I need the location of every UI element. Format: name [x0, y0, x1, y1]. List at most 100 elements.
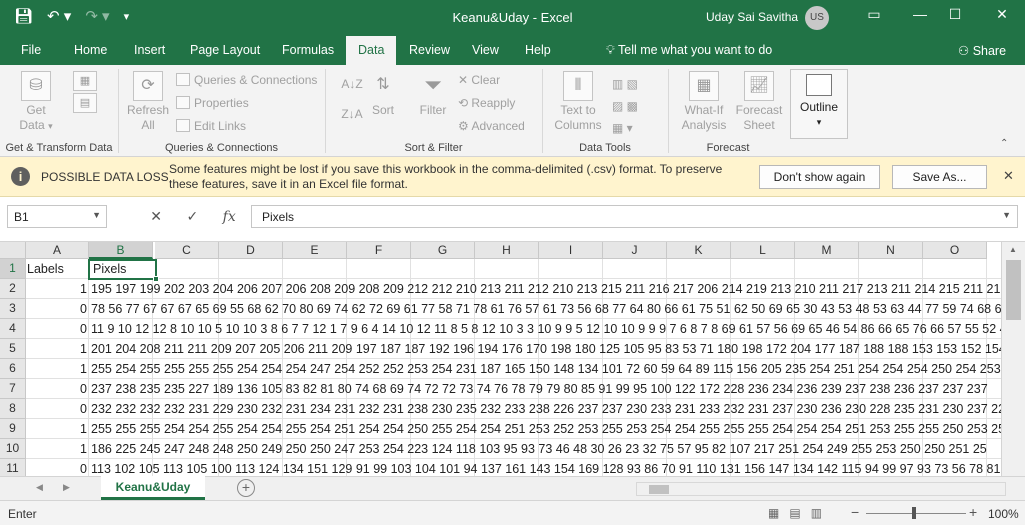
- column-header-j[interactable]: J: [603, 242, 667, 259]
- minimize-icon[interactable]: —: [905, 6, 935, 22]
- tab-formulas[interactable]: Formulas: [282, 43, 334, 57]
- name-box[interactable]: B1 ▼: [7, 205, 107, 228]
- cancel-icon[interactable]: ✕: [150, 208, 162, 225]
- horizontal-scrollbar[interactable]: [636, 482, 1006, 496]
- row-header[interactable]: 9: [0, 419, 26, 439]
- cell-pixels[interactable]: 113 102 105 113 105 100 113 124 134 151 …: [91, 462, 1001, 476]
- cell-labels[interactable]: 1: [26, 282, 89, 296]
- sort-button[interactable]: ⇅ Sort: [368, 71, 398, 118]
- cell-pixels[interactable]: 186 225 245 247 248 248 250 249 250 250 …: [91, 442, 1001, 456]
- prev-sheet-icon[interactable]: ◀: [36, 482, 43, 493]
- tab-review[interactable]: Review: [409, 43, 450, 57]
- view-buttons[interactable]: ▦▤▥: [768, 506, 832, 520]
- column-header-c[interactable]: C: [155, 242, 219, 259]
- select-all-corner[interactable]: [0, 242, 26, 259]
- vertical-scroll-thumb[interactable]: [1006, 260, 1021, 320]
- zoom-level[interactable]: 100%: [988, 507, 1019, 521]
- forecast-sheet-button[interactable]: 📈︎ Forecast Sheet: [734, 71, 784, 133]
- close-icon[interactable]: ✕: [987, 6, 1017, 23]
- zoom-in-button[interactable]: +: [969, 504, 977, 520]
- filter-button[interactable]: ⏷ Filter: [414, 71, 452, 118]
- active-cell-b1[interactable]: Pixels: [88, 259, 159, 282]
- sort-za-button[interactable]: Z↓A: [337, 107, 367, 122]
- column-header-l[interactable]: L: [731, 242, 795, 259]
- row-header[interactable]: 1: [0, 259, 26, 279]
- row-header[interactable]: 2: [0, 279, 26, 299]
- cell-labels[interactable]: 0: [26, 382, 89, 396]
- row-header[interactable]: 11: [0, 459, 26, 476]
- row-header[interactable]: 5: [0, 339, 26, 359]
- cell-pixels[interactable]: 11 9 10 12 12 8 10 10 5 10 10 3 8 6 7 7 …: [91, 322, 1001, 336]
- cell-pixels[interactable]: 237 238 235 235 227 189 136 105 83 82 81…: [91, 382, 1001, 396]
- insert-function-icon[interactable]: fx: [223, 209, 236, 225]
- column-header-e[interactable]: E: [283, 242, 347, 259]
- tell-me-search[interactable]: 💡︎ Tell me what you want to do: [606, 43, 772, 58]
- ribbon-display-options-icon[interactable]: ▭: [859, 6, 889, 23]
- row-header[interactable]: 7: [0, 379, 26, 399]
- page-break-view-icon[interactable]: ▥: [811, 506, 832, 520]
- cell-labels[interactable]: 0: [26, 462, 89, 476]
- text-to-columns-button[interactable]: ⫴ Text to Columns: [552, 71, 604, 133]
- maximize-icon[interactable]: ☐: [940, 6, 970, 23]
- tab-file[interactable]: File: [21, 43, 41, 57]
- properties-button[interactable]: Properties: [176, 96, 249, 110]
- zoom-slider[interactable]: [866, 513, 966, 514]
- row-header[interactable]: 8: [0, 399, 26, 419]
- add-sheet-icon[interactable]: +: [237, 479, 255, 497]
- outline-button[interactable]: Outline ▾: [790, 69, 848, 139]
- column-header-h[interactable]: H: [475, 242, 539, 259]
- vertical-scrollbar[interactable]: ▲: [1001, 242, 1025, 476]
- zoom-out-button[interactable]: −: [851, 504, 859, 520]
- cell-labels[interactable]: 0: [26, 322, 89, 336]
- row-header[interactable]: 10: [0, 439, 26, 459]
- expand-formula-icon[interactable]: ▼: [1002, 210, 1011, 220]
- what-if-analysis-button[interactable]: ▦ What-If Analysis: [678, 71, 730, 133]
- advanced-filter-button[interactable]: ⚙ Advanced: [458, 119, 525, 133]
- column-header-b[interactable]: B: [89, 242, 153, 259]
- cell-pixels[interactable]: 195 197 199 202 203 204 206 207 206 208 …: [91, 282, 1001, 296]
- cell-labels[interactable]: 0: [26, 302, 89, 316]
- cell-pixels[interactable]: 78 56 77 67 67 67 65 69 55 68 62 70 80 6…: [91, 302, 1001, 316]
- enter-icon[interactable]: ✓: [186, 208, 198, 225]
- page-layout-view-icon[interactable]: ▤: [789, 506, 810, 520]
- zoom-slider-thumb[interactable]: [912, 507, 916, 519]
- column-header-k[interactable]: K: [667, 242, 731, 259]
- next-sheet-icon[interactable]: ▶: [63, 482, 70, 493]
- scroll-up-icon[interactable]: ▲: [1009, 245, 1017, 254]
- horizontal-scroll-thumb[interactable]: [649, 485, 669, 494]
- reapply-button[interactable]: ⟲ Reapply: [458, 96, 515, 110]
- clear-button[interactable]: ✕ Clear: [458, 73, 500, 87]
- refresh-all-button[interactable]: ⟳ Refresh All: [126, 71, 170, 133]
- save-as-button[interactable]: Save As...: [892, 165, 987, 189]
- user-name[interactable]: Uday Sai Savitha: [706, 10, 798, 24]
- cell-pixels[interactable]: 201 204 208 211 211 209 207 205 206 211 …: [91, 342, 1001, 356]
- cell-labels[interactable]: 1: [26, 422, 89, 436]
- avatar[interactable]: US: [805, 6, 829, 30]
- edit-links-button[interactable]: Edit Links: [176, 119, 246, 133]
- tab-home[interactable]: Home: [74, 43, 107, 57]
- cell-labels[interactable]: 1: [26, 342, 89, 356]
- row-header[interactable]: 3: [0, 299, 26, 319]
- cell-labels[interactable]: Labels: [27, 262, 64, 276]
- column-header-g[interactable]: G: [411, 242, 475, 259]
- row-header[interactable]: 6: [0, 359, 26, 379]
- tab-page-layout[interactable]: Page Layout: [190, 43, 260, 57]
- close-message-icon[interactable]: ✕: [1003, 168, 1014, 184]
- column-header-d[interactable]: D: [219, 242, 283, 259]
- tab-view[interactable]: View: [472, 43, 499, 57]
- column-header-f[interactable]: F: [347, 242, 411, 259]
- cell-pixels[interactable]: 255 255 255 254 254 255 254 254 255 254 …: [91, 422, 1001, 436]
- spreadsheet-grid[interactable]: ABCDEFGHIJKLMNO 1 Labels 2 1 195 197 199 202…: [0, 242, 1025, 476]
- column-header-a[interactable]: A: [26, 242, 89, 259]
- data-tools-small-buttons[interactable]: ▥ ▧ ▨ ▩ ▦ ▾: [612, 73, 662, 139]
- tab-insert[interactable]: Insert: [134, 43, 165, 57]
- cell-labels[interactable]: 0: [26, 402, 89, 416]
- collapse-ribbon-icon[interactable]: ⌃: [1000, 138, 1008, 149]
- formula-input[interactable]: Pixels ▼: [251, 205, 1018, 228]
- sort-az-button[interactable]: A↓Z: [337, 77, 367, 92]
- column-header-m[interactable]: M: [795, 242, 859, 259]
- cell-labels[interactable]: 1: [26, 362, 89, 376]
- get-data-button[interactable]: ⛁ Get Data ▾: [16, 71, 56, 134]
- cell-labels[interactable]: 1: [26, 442, 89, 456]
- dont-show-again-button[interactable]: Don't show again: [759, 165, 880, 189]
